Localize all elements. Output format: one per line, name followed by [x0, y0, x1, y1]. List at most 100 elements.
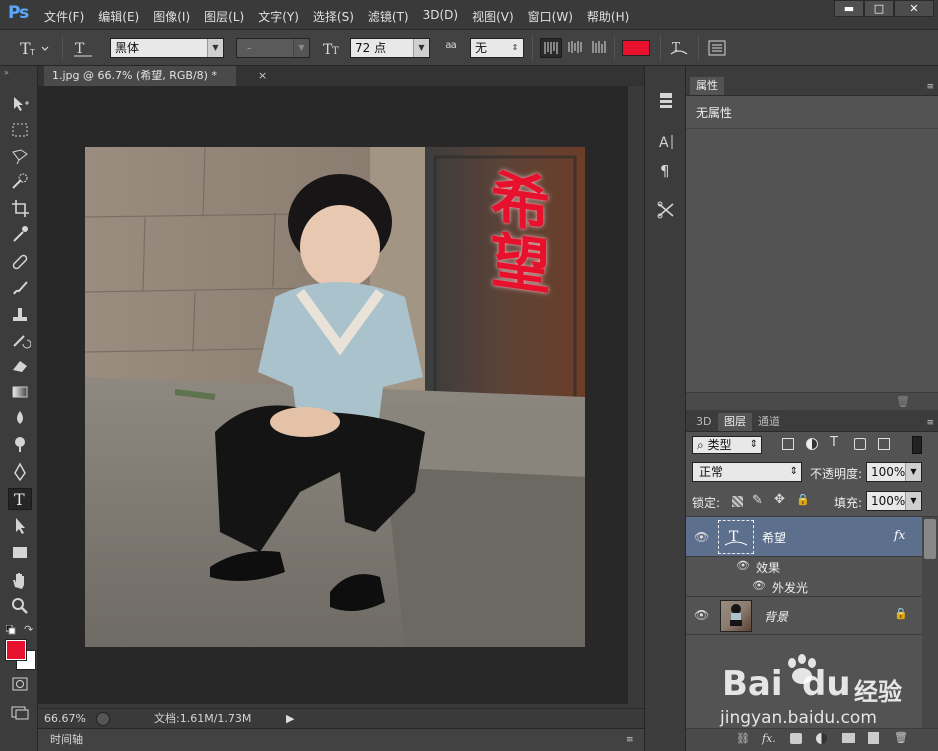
hand-tool-icon[interactable]	[8, 570, 32, 592]
paragraph-panel-icon[interactable]: ¶	[655, 160, 677, 180]
panel-menu-icon[interactable]: ≡	[926, 418, 934, 428]
eraser-tool-icon[interactable]	[8, 356, 32, 378]
eye-icon[interactable]: 👁	[694, 530, 709, 544]
document-tab[interactable]: 1.jpg @ 66.7% (希望, RGB/8) *	[44, 66, 236, 86]
character-panel-toggle-icon[interactable]	[706, 38, 728, 58]
lock-all-icon[interactable]: 🔒	[796, 493, 810, 506]
filter-adjustment-icon[interactable]	[806, 438, 818, 450]
document-image[interactable]: 希望	[85, 147, 585, 647]
new-group-icon[interactable]	[842, 733, 855, 743]
menu-edit[interactable]: 编辑(E)	[98, 8, 139, 25]
fill-input[interactable]: 100% ▼	[866, 491, 922, 511]
menu-type[interactable]: 文字(Y)	[258, 8, 299, 25]
tab-layers[interactable]: 图层	[718, 413, 752, 431]
gradient-tool-icon[interactable]	[8, 382, 32, 404]
menu-help[interactable]: 帮助(H)	[587, 8, 629, 25]
panel-menu-icon[interactable]: ≡	[926, 82, 934, 92]
blur-tool-icon[interactable]	[8, 408, 32, 430]
history-panel-icon[interactable]	[655, 90, 677, 110]
history-brush-tool-icon[interactable]	[8, 330, 32, 352]
timeline-label[interactable]: 时间轴	[50, 730, 83, 750]
layer-effects-row[interactable]: 👁 效果	[686, 557, 922, 577]
layer-row-text[interactable]: 👁 T 希望 fx	[686, 517, 922, 557]
opacity-input[interactable]: 100% ▼	[866, 462, 922, 482]
eye-icon[interactable]: 👁	[694, 608, 709, 622]
horizontal-type-tool-icon[interactable]: T	[8, 488, 32, 510]
adjustment-layer-icon[interactable]	[816, 733, 827, 744]
type-tool-preset-icon[interactable]: TT	[18, 38, 50, 58]
eye-icon[interactable]: 👁	[752, 579, 766, 592]
align-left-icon[interactable]	[540, 38, 562, 58]
font-style-select[interactable]: - ▼	[236, 38, 310, 58]
close-document-icon[interactable]: ×	[258, 69, 267, 82]
tool-presets-icon[interactable]	[655, 200, 677, 220]
dodge-tool-icon[interactable]	[8, 434, 32, 456]
pen-tool-icon[interactable]	[8, 462, 32, 484]
eye-icon[interactable]: 👁	[736, 559, 750, 572]
lock-transparent-icon[interactable]	[732, 496, 743, 507]
filter-smart-object-icon[interactable]	[878, 438, 890, 450]
zoom-tool-icon[interactable]	[8, 596, 32, 618]
status-menu-arrow-icon[interactable]: ▶	[286, 709, 298, 728]
zoom-level[interactable]: 66.67%	[44, 709, 86, 728]
brush-tool-icon[interactable]	[8, 278, 32, 300]
scrollbar-thumb[interactable]	[924, 519, 936, 559]
healing-brush-tool-icon[interactable]	[8, 252, 32, 274]
layer-filter-select[interactable]: ⌕ 类型 ⇕	[692, 436, 762, 454]
filter-pixel-icon[interactable]	[782, 438, 794, 450]
menu-3d[interactable]: 3D(D)	[423, 8, 458, 25]
marquee-tool-icon[interactable]	[8, 120, 32, 142]
layer-effect-outer-glow[interactable]: 👁 外发光	[686, 577, 922, 597]
default-colors-icon[interactable]	[5, 624, 16, 635]
font-size-select[interactable]: 72 点 ▼	[350, 38, 430, 58]
menu-view[interactable]: 视图(V)	[472, 8, 514, 25]
blend-mode-select[interactable]: 正常 ⇕	[692, 462, 802, 482]
path-selection-tool-icon[interactable]	[8, 516, 32, 538]
warp-text-icon[interactable]: T	[668, 38, 690, 58]
character-panel-icon[interactable]: A	[655, 132, 677, 152]
lock-position-icon[interactable]: ✥	[774, 492, 785, 507]
menu-file[interactable]: 文件(F)	[44, 8, 84, 25]
overlay-text-xiwang[interactable]: 希望	[480, 164, 550, 298]
menu-select[interactable]: 选择(S)	[313, 8, 354, 25]
tab-3d[interactable]: 3D	[690, 413, 717, 431]
quick-mask-icon[interactable]	[8, 674, 32, 696]
layer-fx-badge[interactable]: fx	[894, 528, 905, 542]
rectangle-tool-icon[interactable]	[8, 542, 32, 564]
add-mask-icon[interactable]	[790, 733, 802, 744]
filter-type-icon[interactable]: T	[830, 435, 838, 450]
layer-name[interactable]: 背景	[764, 608, 788, 625]
move-tool-icon[interactable]	[8, 94, 32, 116]
text-color-swatch[interactable]	[622, 40, 650, 56]
trash-icon[interactable]: 🗑	[896, 395, 910, 408]
vertical-scrollbar[interactable]	[628, 86, 644, 708]
anti-alias-select[interactable]: 无 ⇕	[470, 38, 524, 58]
tab-properties[interactable]: 属性	[690, 77, 724, 95]
align-right-icon[interactable]	[588, 38, 610, 58]
status-info-icon[interactable]	[96, 712, 110, 726]
timeline-menu-icon[interactable]: ≡	[626, 730, 634, 750]
layer-row-background[interactable]: 👁 背景 🔒	[686, 597, 922, 635]
filter-toggle-icon[interactable]	[912, 436, 922, 454]
close-window-button[interactable]: ✕	[894, 0, 934, 17]
minimize-button[interactable]: ▬	[834, 0, 864, 17]
quick-selection-tool-icon[interactable]	[8, 172, 32, 194]
menu-window[interactable]: 窗口(W)	[528, 8, 573, 25]
toolbar-collapse-icon[interactable]: »	[4, 68, 9, 77]
tab-channels[interactable]: 通道	[752, 413, 786, 431]
lock-pixels-icon[interactable]: ✎	[752, 493, 763, 508]
screen-mode-icon[interactable]	[8, 702, 32, 724]
lasso-tool-icon[interactable]	[8, 146, 32, 168]
align-center-icon[interactable]	[564, 38, 586, 58]
font-family-select[interactable]: 黑体 ▼	[110, 38, 224, 58]
maximize-button[interactable]: □	[864, 0, 894, 17]
menu-image[interactable]: 图像(I)	[153, 8, 190, 25]
crop-tool-icon[interactable]	[8, 198, 32, 220]
swap-colors-icon[interactable]: ↷	[24, 623, 33, 636]
filter-shape-icon[interactable]	[854, 438, 866, 450]
clone-stamp-tool-icon[interactable]	[8, 304, 32, 326]
foreground-color-swatch[interactable]	[5, 639, 27, 661]
menu-layer[interactable]: 图层(L)	[204, 8, 244, 25]
menu-filter[interactable]: 滤镜(T)	[368, 8, 409, 25]
eyedropper-tool-icon[interactable]	[8, 224, 32, 246]
